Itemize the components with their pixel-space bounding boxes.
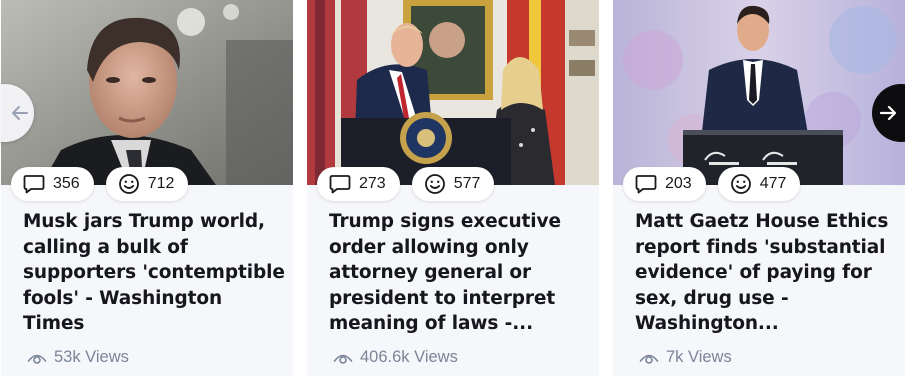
news-card[interactable]: 273 577 Trump signs executive order allo… (307, 0, 599, 376)
comments-count: 203 (665, 175, 692, 192)
arrow-right-icon (879, 105, 897, 121)
card-stats: 273 577 (317, 167, 495, 201)
arrow-left-icon (12, 106, 28, 120)
news-thumbnail-image[interactable] (613, 0, 905, 185)
news-headline-link[interactable]: Matt Gaetz House Ethics report finds 'su… (635, 209, 897, 337)
card-stats: 356 712 (11, 167, 189, 201)
comment-bubble-icon (23, 175, 45, 194)
comments-count: 273 (359, 175, 386, 192)
comments-count-button[interactable]: 273 (317, 167, 400, 201)
reactions-count: 477 (759, 175, 787, 192)
reactions-count: 712 (147, 175, 175, 192)
comment-bubble-icon (635, 175, 657, 194)
comment-bubble-icon (329, 175, 351, 194)
smiley-face-icon (424, 174, 445, 194)
views-count: 7k Views (639, 348, 732, 367)
news-headline-link[interactable]: Trump signs executive order allowing onl… (329, 209, 591, 337)
eye-icon (333, 354, 353, 364)
views-count: 53k Views (27, 348, 129, 367)
eye-icon (27, 354, 47, 364)
smiley-face-icon (730, 174, 751, 194)
reactions-count-button[interactable]: 477 (717, 167, 801, 201)
reactions-count-button[interactable]: 712 (105, 167, 189, 201)
news-thumbnail-image[interactable] (1, 0, 293, 185)
comments-count: 356 (53, 175, 80, 192)
comments-count-button[interactable]: 356 (11, 167, 94, 201)
reactions-count-button[interactable]: 577 (411, 167, 495, 201)
reactions-count: 577 (453, 175, 481, 192)
news-carousel: 356 712 Musk jars Trump world, calling a… (0, 0, 905, 376)
news-headline-link[interactable]: Musk jars Trump world, calling a bulk of… (23, 209, 285, 337)
views-label: 7k Views (666, 348, 732, 366)
views-label: 406.6k Views (360, 348, 458, 366)
views-label: 53k Views (54, 348, 129, 366)
news-card[interactable]: 203 477 Matt Gaetz House Ethics report f… (613, 0, 905, 376)
comments-count-button[interactable]: 203 (623, 167, 706, 201)
eye-icon (639, 354, 659, 364)
news-thumbnail-image[interactable] (307, 0, 599, 185)
news-card[interactable]: 356 712 Musk jars Trump world, calling a… (1, 0, 293, 376)
smiley-face-icon (118, 174, 139, 194)
card-stats: 203 477 (623, 167, 801, 201)
views-count: 406.6k Views (333, 348, 458, 367)
